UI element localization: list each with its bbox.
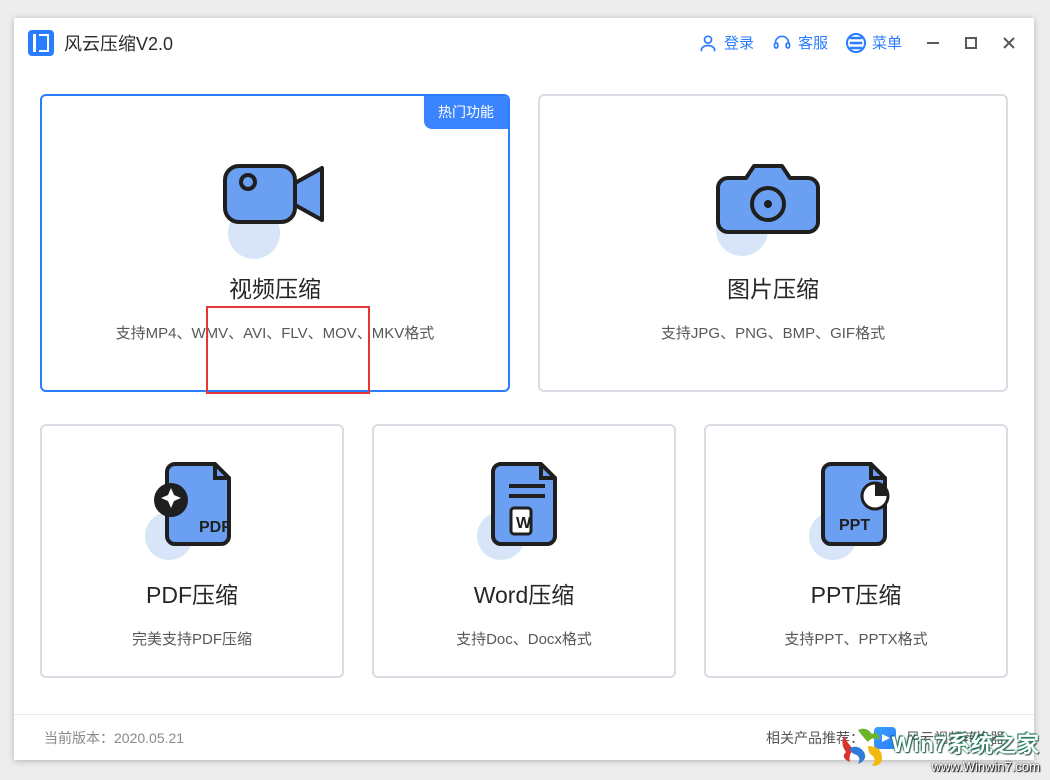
support-label: 客服	[798, 32, 828, 53]
menu-icon	[846, 33, 866, 53]
watermark-url: www.Winwin7.com	[892, 759, 1040, 774]
card-subtitle: 完美支持PDF压缩	[132, 628, 252, 649]
card-title: Word压缩	[474, 576, 575, 610]
video-icon	[210, 148, 340, 248]
card-subtitle: 支持MP4、WMV、AVI、FLV、MOV、MKV格式	[116, 322, 435, 343]
content-area: 热门功能 视频压缩 支持MP4、WMV、AVI、FLV、MOV、MKV格式	[14, 68, 1034, 714]
headset-icon	[772, 33, 792, 53]
version-value: 2020.05.21	[114, 730, 184, 746]
svg-text:PPT: PPT	[839, 517, 870, 534]
minimize-button[interactable]	[924, 34, 942, 52]
support-button[interactable]: 客服	[772, 32, 828, 53]
pdf-icon: PDF	[137, 458, 247, 554]
watermark-text: Win7系统之家	[892, 727, 1040, 759]
user-icon	[698, 33, 718, 53]
close-button[interactable]	[1000, 34, 1018, 52]
card-word-compress[interactable]: W Word压缩 支持Doc、Docx格式	[372, 424, 676, 678]
menu-label: 菜单	[872, 32, 902, 53]
card-title: PDF压缩	[146, 576, 238, 610]
watermark-logo-icon	[838, 724, 886, 768]
svg-text:PDF: PDF	[199, 519, 231, 536]
card-title: 视频压缩	[229, 270, 321, 304]
app-title: 风云压缩V2.0	[64, 30, 173, 56]
card-subtitle: 支持Doc、Docx格式	[456, 628, 592, 649]
card-video-compress[interactable]: 热门功能 视频压缩 支持MP4、WMV、AVI、FLV、MOV、MKV格式	[40, 94, 510, 392]
maximize-button[interactable]	[962, 34, 980, 52]
app-window: 风云压缩V2.0 登录 客服 菜单	[14, 18, 1034, 760]
login-label: 登录	[724, 32, 754, 53]
watermark: Win7系统之家 www.Winwin7.com	[892, 727, 1040, 774]
camera-icon	[708, 148, 838, 248]
svg-text:W: W	[516, 515, 532, 532]
card-subtitle: 支持PPT、PPTX格式	[784, 628, 927, 649]
word-icon: W	[469, 458, 579, 554]
menu-button[interactable]: 菜单	[846, 32, 902, 53]
card-image-compress[interactable]: 图片压缩 支持JPG、PNG、BMP、GIF格式	[538, 94, 1008, 392]
card-pdf-compress[interactable]: PDF PDF压缩 完美支持PDF压缩	[40, 424, 344, 678]
version-label: 当前版本：	[44, 728, 114, 748]
card-ppt-compress[interactable]: PPT PPT压缩 支持PPT、PPTX格式	[704, 424, 1008, 678]
card-title: 图片压缩	[727, 270, 819, 304]
hot-badge: 热门功能	[424, 96, 508, 129]
window-controls	[924, 34, 1018, 52]
ppt-icon: PPT	[801, 458, 911, 554]
login-button[interactable]: 登录	[698, 32, 754, 53]
titlebar: 风云压缩V2.0 登录 客服 菜单	[14, 18, 1034, 68]
app-logo-icon	[28, 30, 54, 56]
card-subtitle: 支持JPG、PNG、BMP、GIF格式	[661, 322, 885, 343]
card-title: PPT压缩	[811, 576, 902, 610]
